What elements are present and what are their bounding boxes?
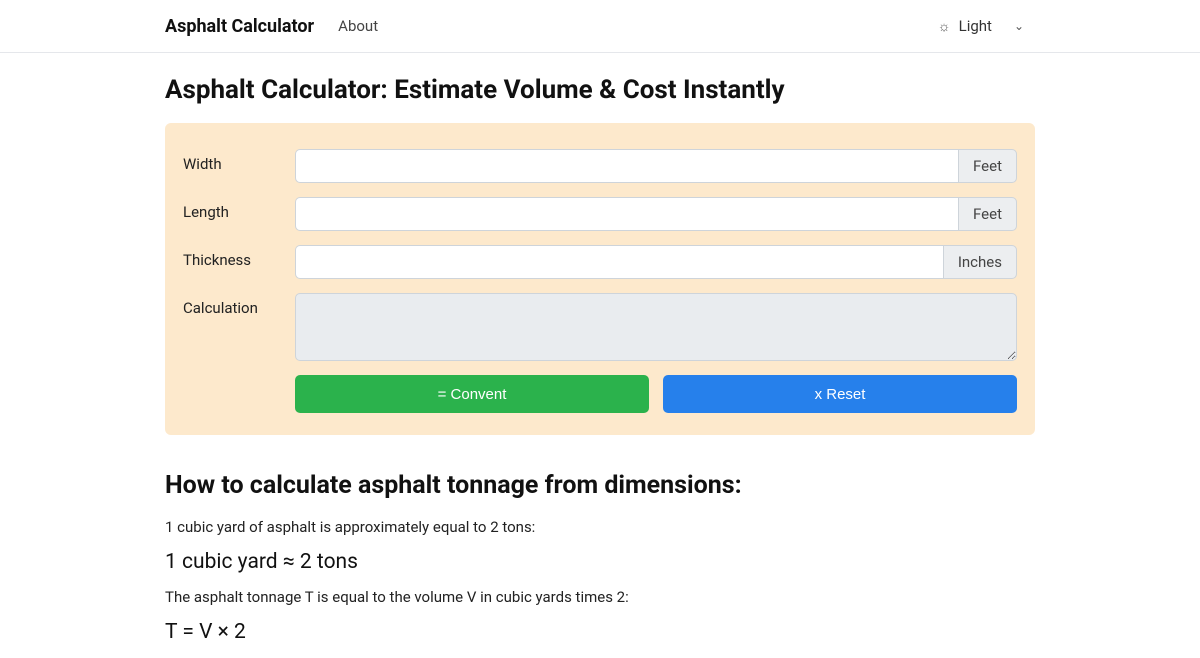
howto-heading: How to calculate asphalt tonnage from di… <box>165 471 1035 500</box>
page-title: Asphalt Calculator: Estimate Volume & Co… <box>165 75 1035 105</box>
brand-title[interactable]: Asphalt Calculator <box>165 16 314 37</box>
howto-line1: 1 cubic yard of asphalt is approximately… <box>165 518 1035 536</box>
calculation-output[interactable] <box>295 293 1017 361</box>
length-label: Length <box>183 197 295 221</box>
nav-about-link[interactable]: About <box>338 17 378 35</box>
length-input[interactable] <box>295 197 958 231</box>
chevron-down-icon: ⌄ <box>1014 19 1024 33</box>
theme-switcher[interactable]: ☼ Light ⌄ <box>927 12 1035 40</box>
calculator-panel: Width Feet Length Feet Thickness Inches … <box>165 123 1035 435</box>
convert-button[interactable]: = Convent <box>295 375 649 413</box>
sun-icon: ☼ <box>938 18 951 35</box>
howto-formula2: T = V × 2 <box>165 620 1035 644</box>
length-unit[interactable]: Feet <box>958 197 1017 231</box>
reset-button[interactable]: x Reset <box>663 375 1017 413</box>
width-input[interactable] <box>295 149 958 183</box>
width-unit[interactable]: Feet <box>958 149 1017 183</box>
calculation-label: Calculation <box>183 293 295 317</box>
howto-formula1: 1 cubic yard ≈ 2 tons <box>165 550 1035 574</box>
thickness-unit[interactable]: Inches <box>943 245 1017 279</box>
howto-line2: The asphalt tonnage T is equal to the vo… <box>165 588 1035 606</box>
thickness-label: Thickness <box>183 245 295 269</box>
theme-label: Light <box>959 17 992 35</box>
width-label: Width <box>183 149 295 173</box>
thickness-input[interactable] <box>295 245 943 279</box>
